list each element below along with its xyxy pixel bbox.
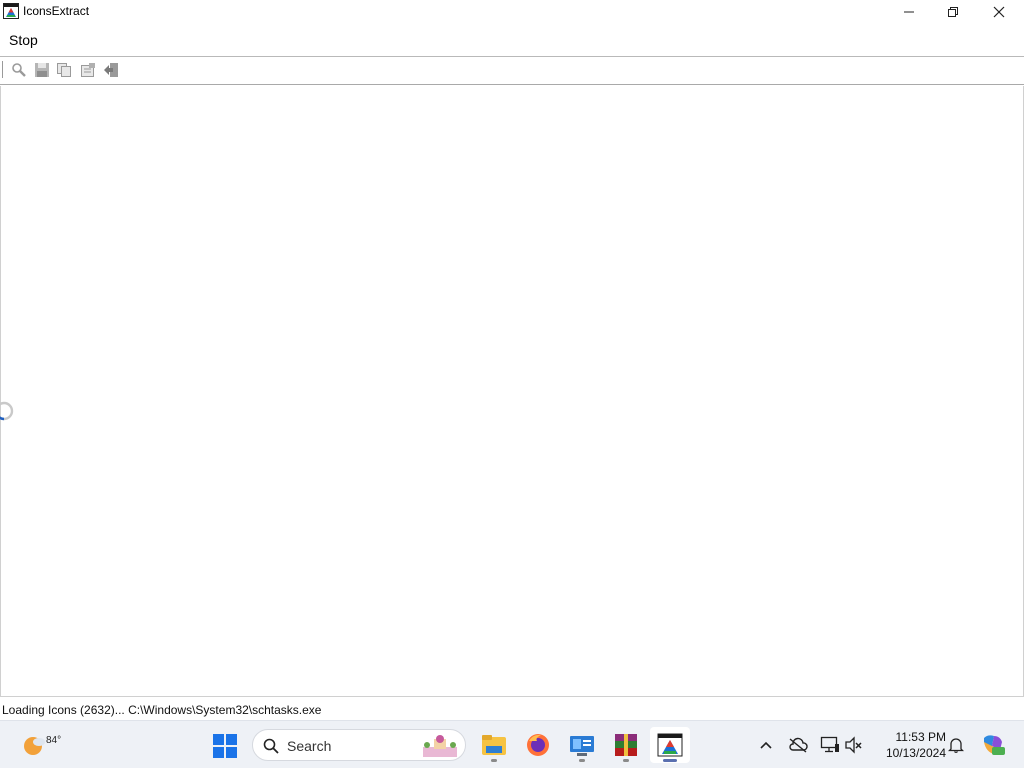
toolbar-grip	[2, 61, 3, 78]
close-icon	[993, 6, 1005, 17]
restore-button[interactable]	[930, 0, 976, 23]
tray-network[interactable]	[818, 733, 842, 757]
iconsextract-icon	[657, 733, 683, 757]
copy-button[interactable]	[55, 61, 73, 79]
icons-list-view[interactable]	[0, 86, 1024, 696]
title-bar: IconsExtract	[0, 0, 1024, 23]
notifications-icon	[948, 738, 964, 754]
close-button[interactable]	[976, 0, 1022, 23]
clock-date: 10/13/2024	[885, 746, 946, 760]
tray-volume[interactable]	[842, 733, 866, 757]
save-button[interactable]	[33, 61, 51, 79]
start-button[interactable]	[208, 729, 242, 763]
taskbar-file-explorer[interactable]	[474, 727, 514, 763]
windows-logo-icon	[213, 734, 237, 758]
menu-stop[interactable]: Stop	[4, 31, 43, 49]
taskbar-firefox[interactable]	[518, 727, 558, 763]
taskbar-iconsextract[interactable]	[650, 727, 690, 763]
copy-icon	[57, 63, 71, 77]
tray-onedrive[interactable]	[786, 733, 810, 757]
network-icon	[820, 736, 839, 753]
winrar-icon	[615, 734, 637, 756]
running-indicator	[579, 759, 585, 762]
taskbar: 84° Search 11:53 PM 10/13/2024	[0, 720, 1024, 768]
weather-widget[interactable]: 84°	[14, 727, 61, 763]
weather-temp: 84°	[46, 735, 62, 746]
app-icon	[3, 3, 19, 19]
control-panel-icon	[570, 736, 594, 756]
menu-bar: Stop	[0, 23, 1024, 57]
taskbar-clock[interactable]: 11:53 PM 10/13/2024	[872, 729, 946, 761]
search-icon	[263, 738, 279, 754]
chevron-up-icon	[760, 741, 772, 749]
minimize-icon	[904, 11, 914, 12]
restore-icon	[948, 6, 958, 17]
active-indicator	[663, 759, 677, 762]
search-placeholder: Search	[287, 738, 332, 754]
find-icon	[12, 63, 26, 77]
taskbar-winrar[interactable]	[606, 727, 646, 763]
find-button[interactable]	[10, 61, 28, 79]
weather-icon	[24, 737, 45, 755]
exit-icon	[104, 63, 118, 77]
toolbar	[0, 57, 1024, 85]
onedrive-offline-icon	[789, 737, 808, 753]
status-text: Loading Icons (2632)... C:\Windows\Syste…	[2, 703, 322, 717]
minimize-button[interactable]	[886, 0, 932, 23]
notifications-button[interactable]	[944, 733, 968, 757]
properties-button[interactable]	[79, 61, 97, 79]
exit-button[interactable]	[102, 61, 120, 79]
firefox-icon	[527, 734, 549, 756]
save-icon	[35, 63, 49, 77]
copilot-button[interactable]	[980, 732, 1006, 758]
taskbar-control-panel[interactable]	[562, 727, 602, 763]
taskbar-search[interactable]: Search	[252, 729, 466, 761]
copilot-icon	[984, 735, 1005, 755]
clock-time: 11:53 PM	[895, 730, 946, 744]
running-indicator	[491, 759, 497, 762]
status-bar: Loading Icons (2632)... C:\Windows\Syste…	[0, 696, 1024, 720]
file-explorer-icon	[482, 735, 506, 755]
spinner-icon	[0, 401, 14, 421]
tray-overflow-button[interactable]	[754, 733, 778, 757]
properties-icon	[81, 63, 95, 77]
volume-muted-icon	[845, 736, 862, 754]
search-highlight-art-icon	[423, 735, 457, 757]
window-title: IconsExtract	[23, 4, 90, 18]
running-indicator	[623, 759, 629, 762]
